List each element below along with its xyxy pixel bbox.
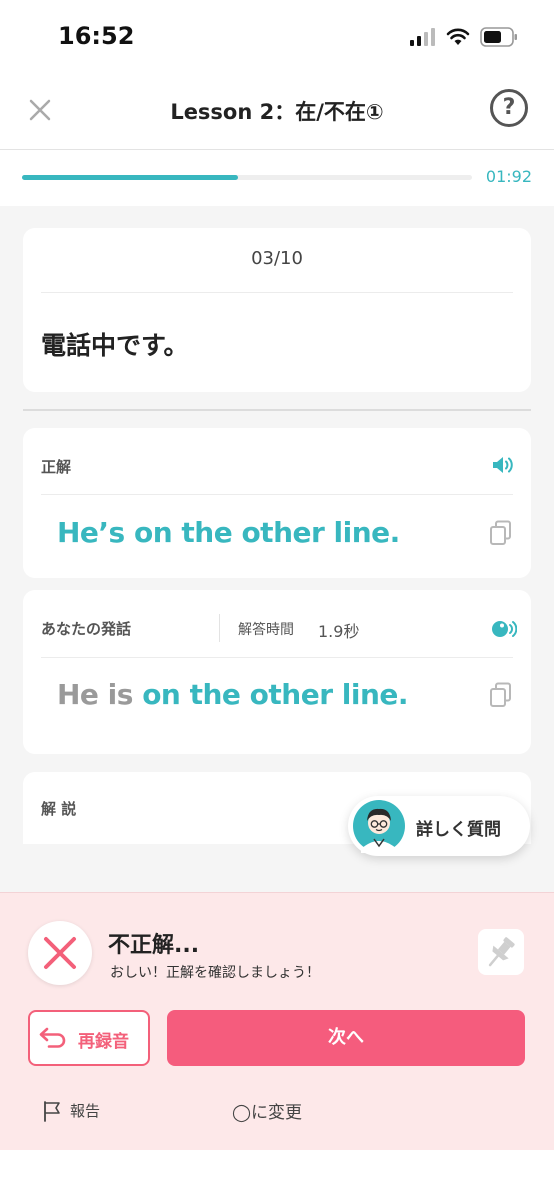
status-time: 16:52 (58, 22, 135, 50)
result-panel: 不正解... おしい！正解を確認しましょう！ 再録音 次へ 報告 ◯に変更 (0, 892, 554, 1150)
home-indicator-area (0, 1150, 554, 1200)
next-button[interactable]: 次へ (167, 1010, 525, 1066)
explanation-label: 解 説 (41, 800, 77, 818)
lesson-header: Lesson 2：在/不在① ? (0, 74, 554, 150)
tutor-avatar-icon (353, 800, 405, 853)
answer-time-label: 解答時間 (238, 622, 294, 638)
play-recording-icon[interactable] (491, 619, 517, 639)
result-subtitle: おしい！正解を確認しましょう！ (110, 965, 320, 981)
progress-bar (22, 175, 472, 180)
speaker-icon[interactable] (491, 455, 515, 475)
cellular-signal-icon (410, 28, 435, 46)
section-divider (23, 409, 531, 411)
progress-section: 01:92 (0, 150, 554, 206)
flag-icon (44, 1101, 60, 1122)
question-text: 電話中です。 (41, 331, 189, 360)
battery-icon (480, 27, 517, 47)
timer: 01:92 (485, 167, 532, 186)
spoken-correct-part: on the other line. (142, 678, 409, 711)
wifi-icon (446, 28, 470, 45)
status-icons (410, 24, 518, 50)
result-title: 不正解... (108, 933, 200, 958)
page-title: Lesson 2：在/不在① (170, 100, 384, 124)
ask-question-button[interactable]: 詳しく質問 (348, 796, 530, 856)
your-speech-card: あなたの発話 解答時間 1.9秒 He is on the other line… (23, 590, 531, 754)
pin-icon (488, 937, 515, 967)
progress-fill (22, 175, 238, 180)
pin-button[interactable] (478, 929, 524, 975)
copy-icon[interactable] (489, 682, 513, 708)
divider (219, 614, 220, 642)
spoken-incorrect-part: He is (57, 678, 143, 711)
correct-answer-card: 正解 He’s on the other line. (23, 428, 531, 578)
incorrect-x-icon (44, 937, 76, 969)
answer-time-value: 1.9秒 (318, 622, 360, 641)
spoken-text: He is on the other line. (57, 678, 409, 711)
your-speech-label: あなたの発話 (41, 620, 132, 638)
report-label: 報告 (70, 1102, 101, 1120)
copy-icon[interactable] (489, 520, 513, 546)
question-card: 03/10 電話中です。 (23, 228, 531, 392)
rerecord-label: 再録音 (78, 1032, 129, 1052)
status-bar: 16:52 (0, 0, 554, 74)
correct-answer-text: He’s on the other line. (57, 516, 400, 549)
divider (41, 494, 513, 495)
question-counter: 03/10 (251, 248, 303, 269)
undo-arrow-icon (39, 1027, 66, 1048)
rerecord-button[interactable]: 再録音 (28, 1010, 150, 1066)
divider (41, 292, 513, 293)
divider (41, 657, 513, 658)
correct-answer-label: 正解 (41, 458, 72, 476)
change-to-correct-link[interactable]: ◯に変更 (232, 1098, 302, 1123)
help-button[interactable]: ? (490, 89, 528, 127)
result-indicator (28, 921, 92, 985)
ask-question-label: 詳しく質問 (416, 820, 501, 840)
